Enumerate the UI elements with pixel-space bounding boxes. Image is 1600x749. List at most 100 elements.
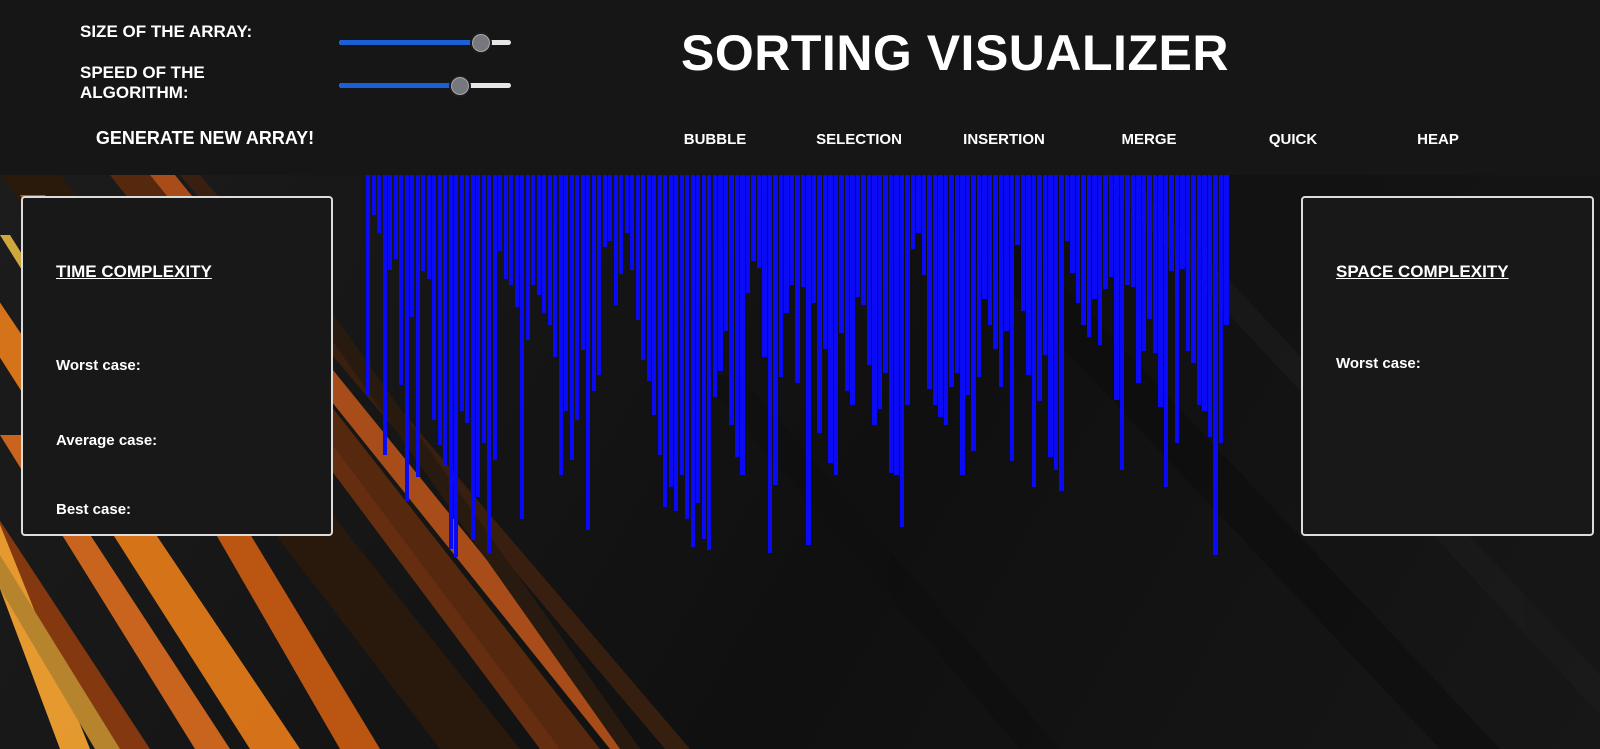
generate-array-button[interactable]: GENERATE NEW ARRAY! bbox=[80, 128, 330, 149]
space-worst-case-label: Worst case: bbox=[1336, 355, 1421, 372]
heap-sort-button[interactable]: HEAP bbox=[1378, 131, 1498, 148]
array-bar bbox=[641, 175, 646, 360]
array-bar bbox=[1015, 175, 1020, 245]
array-bar bbox=[1114, 175, 1119, 400]
header-bar: SIZE OF THE ARRAY: SPEED OF THE ALGORITH… bbox=[0, 0, 1600, 175]
time-best-case-label: Best case: bbox=[56, 501, 132, 518]
array-bar bbox=[580, 175, 585, 350]
array-bar bbox=[481, 175, 486, 443]
array-bar bbox=[949, 175, 954, 387]
array-bar bbox=[910, 175, 916, 249]
array-bar bbox=[778, 175, 784, 377]
time-complexity-panel: TIME COMPLEXITY Worst case: Average case… bbox=[21, 196, 333, 536]
array-bar bbox=[938, 175, 943, 417]
array-bar bbox=[1108, 175, 1114, 277]
array-bar bbox=[613, 175, 618, 305]
array-bar bbox=[536, 175, 541, 295]
quick-sort-button[interactable]: QUICK bbox=[1233, 131, 1353, 148]
array-bar bbox=[894, 175, 899, 475]
array-bar bbox=[470, 175, 475, 540]
array-bar bbox=[575, 175, 580, 420]
array-bar bbox=[1064, 175, 1070, 241]
array-bar bbox=[784, 175, 789, 313]
array-bar bbox=[811, 175, 817, 303]
array-bar bbox=[916, 175, 921, 233]
array-bar bbox=[509, 175, 514, 285]
array-bar bbox=[1213, 175, 1218, 555]
array-bar bbox=[696, 175, 701, 503]
array-bar bbox=[514, 175, 519, 307]
array-bar bbox=[795, 175, 800, 383]
array-bar bbox=[388, 175, 393, 270]
array-bar bbox=[993, 175, 998, 349]
array-bar bbox=[734, 175, 739, 457]
array-bar bbox=[635, 175, 640, 320]
array-bar bbox=[630, 175, 635, 270]
array-bar bbox=[646, 175, 651, 381]
array-bar bbox=[866, 175, 872, 365]
array-bar bbox=[1059, 175, 1064, 491]
array-bar bbox=[883, 175, 888, 373]
array-bar bbox=[448, 175, 453, 549]
bubble-sort-button[interactable]: BUBBLE bbox=[655, 131, 775, 148]
array-size-label: SIZE OF THE ARRAY: bbox=[80, 22, 253, 41]
array-bar bbox=[1092, 175, 1097, 299]
array-bar bbox=[1218, 175, 1224, 443]
array-bar bbox=[855, 175, 861, 297]
space-complexity-panel: SPACE COMPLEXITY Worst case: bbox=[1301, 196, 1594, 536]
array-bar bbox=[1130, 175, 1136, 287]
array-bar bbox=[652, 175, 657, 415]
array-bar bbox=[415, 175, 420, 477]
array-bar bbox=[971, 175, 976, 451]
array-bar bbox=[586, 175, 591, 530]
merge-sort-button[interactable]: MERGE bbox=[1089, 131, 1209, 148]
time-worst-case-label: Worst case: bbox=[56, 357, 141, 374]
array-bar bbox=[756, 175, 762, 268]
selection-sort-button[interactable]: SELECTION bbox=[799, 131, 919, 148]
array-bar bbox=[399, 175, 404, 385]
array-bar bbox=[459, 175, 464, 411]
array-bar bbox=[1169, 175, 1174, 271]
array-bar bbox=[492, 175, 497, 460]
array-bar bbox=[723, 175, 728, 331]
speed-slider[interactable] bbox=[339, 75, 511, 97]
array-bar bbox=[806, 175, 811, 545]
time-average-case-label: Average case: bbox=[56, 432, 158, 449]
array-bar bbox=[789, 175, 795, 285]
array-bar bbox=[525, 175, 530, 340]
array-bar bbox=[437, 175, 442, 445]
slider-fill bbox=[339, 83, 460, 88]
array-bar bbox=[1103, 175, 1108, 289]
array-bar bbox=[767, 175, 773, 553]
slider-thumb[interactable] bbox=[470, 32, 493, 54]
array-bars bbox=[366, 175, 1230, 595]
array-bar bbox=[1037, 175, 1042, 401]
array-bar bbox=[465, 175, 470, 423]
array-bar bbox=[740, 175, 745, 475]
array-bar bbox=[476, 175, 481, 497]
array-bar bbox=[1136, 175, 1141, 383]
array-bar bbox=[685, 175, 690, 519]
slider-thumb[interactable] bbox=[449, 75, 472, 97]
array-bar bbox=[569, 175, 574, 460]
array-bar bbox=[377, 175, 382, 233]
array-bar bbox=[558, 175, 563, 475]
array-bar bbox=[597, 175, 602, 375]
array-bar bbox=[1042, 175, 1048, 355]
array-bar bbox=[718, 175, 723, 371]
array-bar bbox=[751, 175, 756, 261]
array-bar bbox=[564, 175, 569, 411]
array-bar bbox=[591, 175, 596, 391]
insertion-sort-button[interactable]: INSERTION bbox=[944, 131, 1064, 148]
array-bar bbox=[773, 175, 778, 485]
array-bar bbox=[800, 175, 806, 287]
array-bar bbox=[498, 175, 503, 251]
array-bar bbox=[877, 175, 883, 409]
array-bar bbox=[679, 175, 684, 475]
array-bar bbox=[998, 175, 1004, 387]
array-size-slider[interactable] bbox=[339, 32, 511, 54]
array-bar bbox=[531, 175, 536, 285]
array-bar bbox=[1207, 175, 1213, 437]
array-bar bbox=[701, 175, 706, 539]
array-bar bbox=[1009, 175, 1015, 461]
